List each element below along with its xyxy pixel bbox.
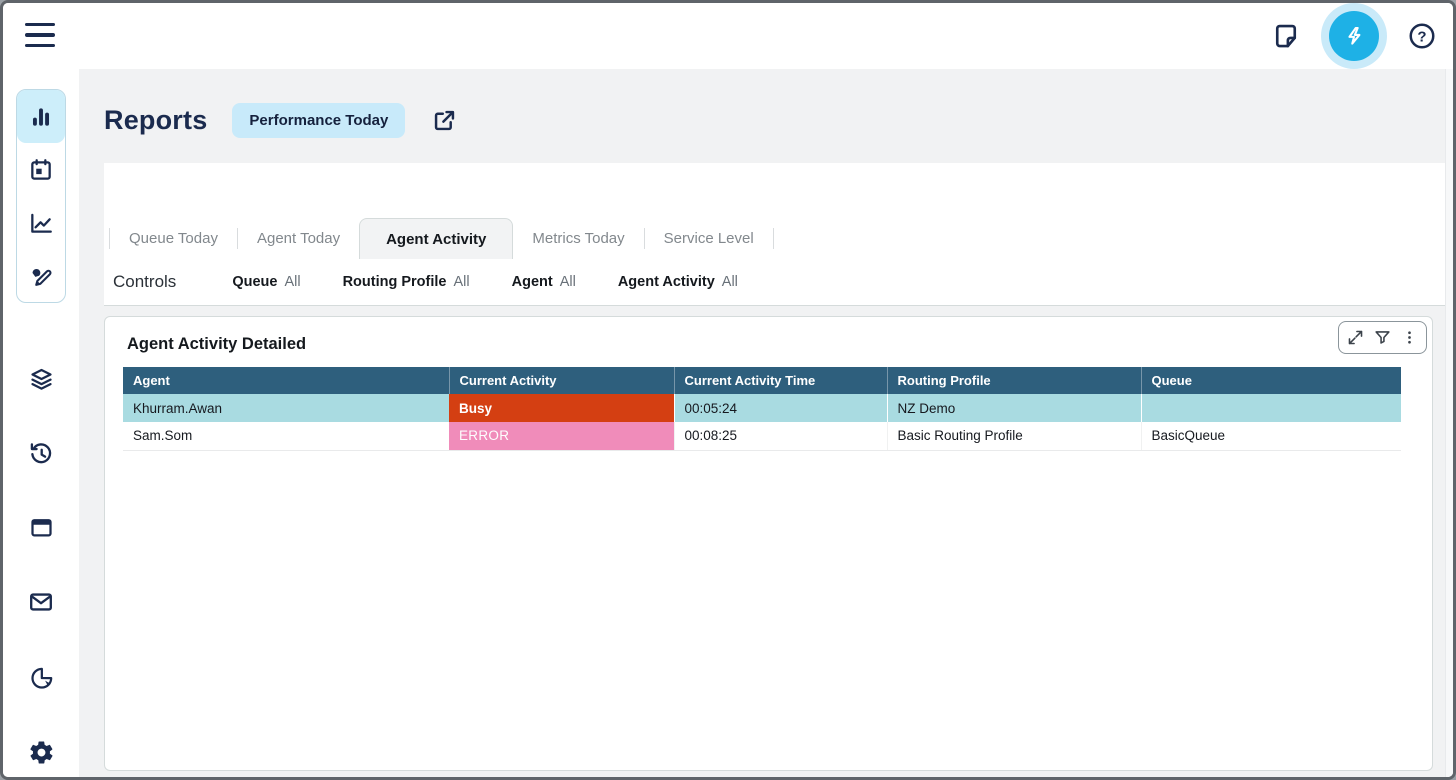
mail-icon	[27, 588, 55, 616]
bar-chart-icon	[28, 104, 54, 130]
status-badge-error: ERROR	[449, 422, 674, 450]
sidebar	[3, 69, 79, 777]
tabs-panel: Queue Today Agent Today Agent Activity M…	[104, 163, 1453, 306]
history-icon	[27, 439, 55, 467]
settings-icon	[28, 739, 55, 766]
cell-routing-profile: Basic Routing Profile	[887, 422, 1141, 450]
tab-service-level[interactable]: Service Level	[645, 218, 773, 259]
sidebar-item-brush[interactable]	[17, 249, 65, 302]
tab-agent-today[interactable]: Agent Today	[238, 218, 359, 259]
column-header-routing-profile: Routing Profile	[887, 367, 1141, 394]
help-icon[interactable]: ?	[1405, 19, 1439, 53]
sidebar-item-pie-chart[interactable]	[16, 652, 66, 702]
calendar-icon	[28, 157, 54, 183]
expand-icon[interactable]	[1342, 324, 1369, 351]
filter-icon[interactable]	[1369, 324, 1396, 351]
cell-queue	[1141, 394, 1401, 422]
scrollbar[interactable]	[1445, 69, 1453, 777]
cell-agent: Sam.Som	[123, 422, 449, 450]
cell-queue: BasicQueue	[1141, 422, 1401, 450]
filter-agent[interactable]: Agent All	[512, 274, 576, 290]
table-header-row: Agent Current Activity Current Activity …	[123, 367, 1401, 394]
lightning-button[interactable]	[1321, 3, 1387, 69]
table-row: Sam.Som ERROR 00:08:25 Basic Routing Pro…	[123, 422, 1401, 450]
external-link-icon[interactable]	[430, 106, 458, 134]
filter-queue[interactable]: Queue All	[232, 274, 300, 290]
layers-icon	[28, 365, 55, 392]
report-title: Agent Activity Detailed	[127, 335, 1414, 354]
page-title: Reports	[104, 105, 207, 136]
tab-agent-activity[interactable]: Agent Activity	[359, 218, 513, 259]
report-tabs: Queue Today Agent Today Agent Activity M…	[104, 218, 1453, 259]
window-icon	[28, 514, 55, 541]
sidebar-report-group	[16, 89, 66, 303]
lightning-icon	[1329, 11, 1379, 61]
column-header-current-activity-time: Current Activity Time	[674, 367, 887, 394]
status-badge-busy: Busy	[449, 394, 674, 422]
table-row: Khurram.Awan Busy 00:05:24 NZ Demo	[123, 394, 1401, 422]
top-bar-actions: ?	[1269, 3, 1439, 69]
kebab-menu-icon[interactable]	[1396, 324, 1423, 351]
brush-icon	[28, 263, 54, 289]
column-header-queue: Queue	[1141, 367, 1401, 394]
column-header-current-activity: Current Activity	[449, 367, 674, 394]
sidebar-item-line-chart[interactable]	[17, 196, 65, 249]
hamburger-menu-icon[interactable]	[25, 21, 55, 49]
report-card: Agent Activity Detailed Agent Current Ac…	[104, 316, 1433, 771]
line-chart-icon	[28, 210, 54, 236]
card-toolbar	[1338, 321, 1427, 354]
tab-metrics-today[interactable]: Metrics Today	[513, 218, 643, 259]
svg-text:?: ?	[1417, 28, 1426, 45]
controls-label: Controls	[113, 272, 176, 292]
main-content: Reports Performance Today Queue Today Ag…	[79, 69, 1453, 777]
sidebar-item-history[interactable]	[16, 428, 66, 478]
column-header-agent: Agent	[123, 367, 449, 394]
tab-queue-today[interactable]: Queue Today	[110, 218, 237, 259]
filter-routing-profile[interactable]: Routing Profile All	[343, 274, 470, 290]
cell-activity-time: 00:05:24	[674, 394, 887, 422]
filter-agent-activity[interactable]: Agent Activity All	[618, 274, 738, 290]
cell-agent: Khurram.Awan	[123, 394, 449, 422]
controls-bar: Controls Queue All Routing Profile All A…	[104, 259, 1453, 306]
sidebar-item-calendar[interactable]	[17, 143, 65, 196]
top-bar: ?	[3, 3, 1453, 69]
pie-chart-icon	[28, 664, 55, 691]
page-header: Reports Performance Today	[104, 69, 1433, 163]
agent-activity-table: Agent Current Activity Current Activity …	[123, 367, 1401, 451]
cell-routing-profile: NZ Demo	[887, 394, 1141, 422]
cell-activity-time: 00:08:25	[674, 422, 887, 450]
sidebar-item-mail[interactable]	[16, 577, 66, 627]
report-badge: Performance Today	[232, 103, 405, 138]
app-window: ?	[0, 0, 1456, 780]
sidebar-item-window[interactable]	[16, 502, 66, 552]
sidebar-item-layers[interactable]	[16, 353, 66, 403]
sidebar-item-bar-chart[interactable]	[17, 90, 65, 143]
sidebar-item-settings[interactable]	[16, 727, 66, 777]
note-icon[interactable]	[1269, 19, 1303, 53]
